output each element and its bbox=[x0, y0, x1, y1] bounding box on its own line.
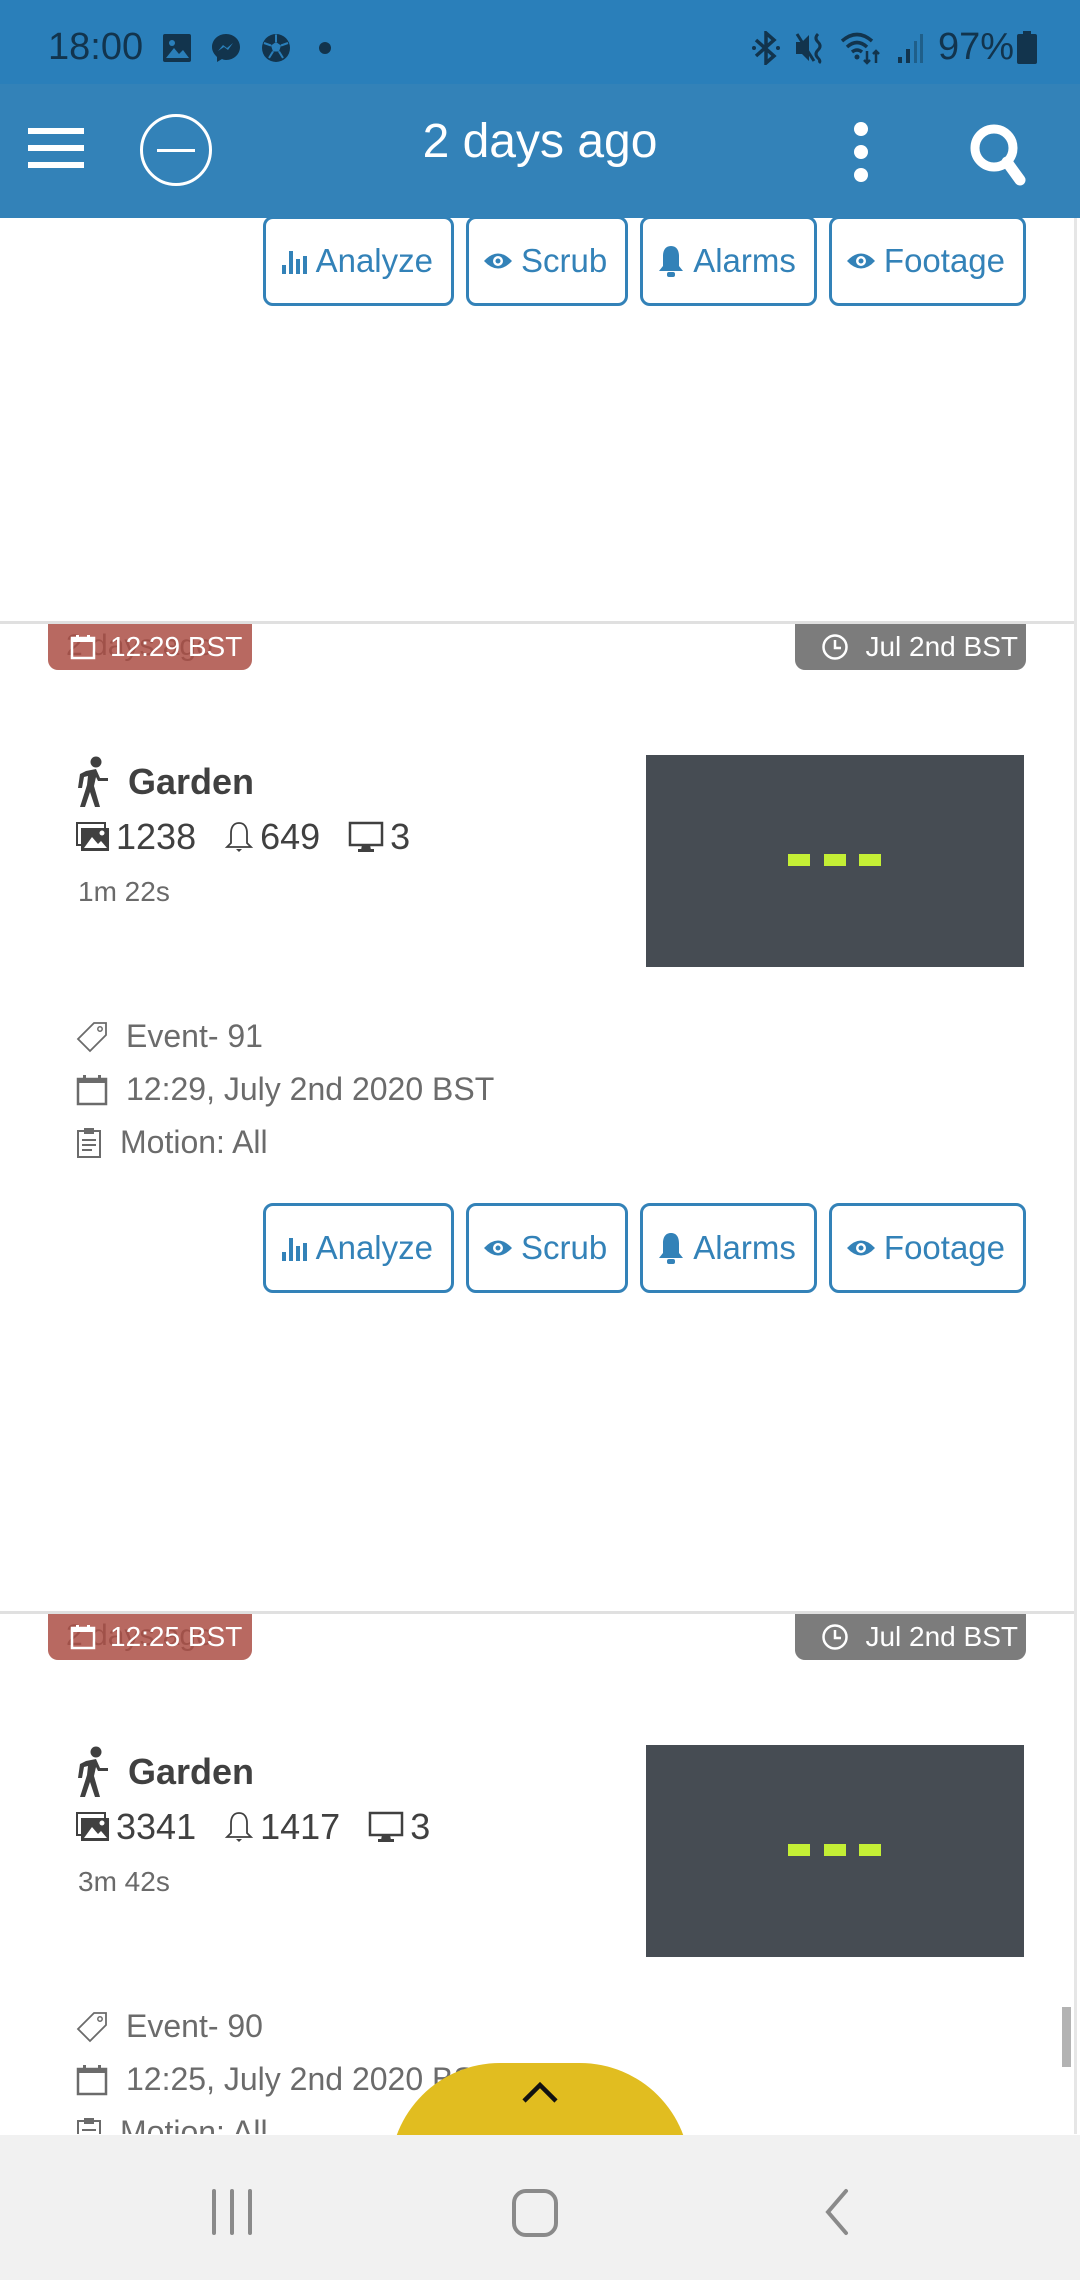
analyze-button[interactable]: Analyze bbox=[262, 1203, 454, 1293]
bar-chart-icon bbox=[281, 1238, 307, 1261]
scrub-button[interactable]: Scrub bbox=[466, 218, 629, 306]
event-id: Event- 90 bbox=[126, 2008, 263, 2044]
loading-dash bbox=[824, 854, 846, 866]
search-button[interactable] bbox=[964, 118, 1034, 188]
event-thumbnail[interactable] bbox=[646, 1745, 1024, 1957]
bell-icon bbox=[659, 1233, 684, 1264]
bell-outline-icon bbox=[224, 1812, 254, 1842]
analyze-button[interactable]: Analyze bbox=[262, 218, 454, 306]
walking-person-icon bbox=[78, 756, 108, 807]
monitor-name: Garden bbox=[128, 1751, 255, 1792]
gallery-icon bbox=[162, 33, 192, 63]
event-id: Event- 91 bbox=[126, 1018, 263, 1054]
event-time-badge: 2 days ago 12:25 BST bbox=[48, 1614, 253, 1660]
frames-count: 3341 bbox=[116, 1806, 197, 1847]
calendar-icon bbox=[70, 1625, 96, 1650]
alarm-frames-count: 1417 bbox=[260, 1806, 341, 1847]
soccer-ball-icon bbox=[260, 32, 292, 64]
event-actions: Analyze Scrub Alarms Footage bbox=[262, 1203, 1026, 1293]
monitor-icon bbox=[368, 1811, 404, 1842]
monitor-icon bbox=[348, 821, 384, 852]
monitors-count: 3 bbox=[410, 1806, 431, 1847]
event-time-badge: 2 days ago 12:29 BST bbox=[48, 624, 253, 670]
bell-icon bbox=[659, 246, 684, 277]
footage-button[interactable]: Footage bbox=[828, 1203, 1026, 1293]
more-options-button[interactable] bbox=[846, 122, 876, 182]
event-duration: 1m 22s bbox=[78, 876, 170, 907]
eye-icon bbox=[846, 1240, 875, 1256]
bar-chart-icon bbox=[281, 251, 307, 274]
frames-count: 1238 bbox=[116, 816, 197, 857]
eye-icon bbox=[484, 1240, 512, 1256]
event-start-time: 12:29, July 2nd 2020 BST bbox=[126, 1071, 495, 1107]
bell-outline-icon bbox=[224, 822, 254, 852]
clock-icon bbox=[822, 634, 849, 660]
bluetooth-icon bbox=[751, 30, 780, 65]
event-thumbnail[interactable] bbox=[646, 755, 1024, 967]
event-cause: Motion: All bbox=[120, 1124, 268, 1160]
recent-apps-icon bbox=[212, 2189, 252, 2235]
footage-button[interactable]: Footage bbox=[828, 218, 1026, 306]
status-time: 18:00 bbox=[48, 26, 144, 68]
event-date-badge: Jul 2nd BST bbox=[795, 624, 1026, 670]
walking-person-icon bbox=[78, 1746, 108, 1797]
scrub-button[interactable]: Scrub bbox=[466, 1203, 629, 1293]
calendar-icon bbox=[70, 635, 96, 660]
notification-dot-icon bbox=[310, 33, 340, 63]
event-actions-previous: Analyze Scrub Alarms Footage bbox=[262, 218, 1026, 306]
alarms-button[interactable]: Alarms bbox=[640, 1203, 817, 1293]
search-icon bbox=[970, 124, 1026, 186]
home-icon bbox=[512, 2189, 558, 2237]
eye-icon bbox=[484, 253, 512, 269]
alarms-button[interactable]: Alarms bbox=[640, 218, 817, 306]
loading-dash bbox=[859, 854, 881, 866]
event-date-badge: Jul 2nd BST bbox=[795, 1614, 1026, 1660]
status-bar: 18:00 97% bbox=[0, 0, 1080, 84]
loading-dash bbox=[788, 1844, 810, 1856]
scrollbar-track[interactable] bbox=[1074, 218, 1077, 2134]
battery-percentage: 97% bbox=[937, 26, 1014, 68]
loading-dash bbox=[788, 854, 810, 866]
calendar-icon bbox=[76, 2064, 108, 2095]
events-list[interactable]: Analyze Scrub Alarms Footage 2 days ago … bbox=[0, 218, 1080, 2134]
system-nav-bar bbox=[0, 2135, 1080, 2280]
recent-apps-button[interactable] bbox=[208, 2187, 256, 2237]
battery-icon bbox=[1016, 30, 1038, 65]
alarm-frames-count: 649 bbox=[260, 816, 321, 857]
wifi-icon bbox=[840, 31, 882, 65]
event-duration: 3m 42s bbox=[78, 1866, 170, 1897]
scrollbar-thumb[interactable] bbox=[1062, 2007, 1071, 2067]
clock-icon bbox=[822, 1624, 849, 1650]
app-bar: 2 days ago bbox=[0, 84, 1080, 218]
images-icon bbox=[76, 822, 109, 851]
images-icon bbox=[76, 1812, 109, 1841]
signal-icon bbox=[896, 31, 924, 65]
chevron-up-icon bbox=[522, 2081, 558, 2103]
tag-icon bbox=[76, 1021, 107, 1052]
loading-dash bbox=[824, 1844, 846, 1856]
back-button[interactable] bbox=[816, 2187, 856, 2237]
tag-icon bbox=[76, 2011, 107, 2042]
clipboard-icon bbox=[77, 2117, 101, 2134]
page-title: 2 days ago bbox=[422, 115, 658, 168]
clipboard-icon bbox=[77, 1127, 101, 1158]
eye-icon bbox=[846, 253, 875, 269]
calendar-icon bbox=[76, 1074, 108, 1105]
event-cause: Motion: All bbox=[120, 2114, 268, 2134]
mute-vibrate-icon bbox=[794, 31, 826, 65]
monitor-name: Garden bbox=[128, 761, 255, 802]
back-icon bbox=[825, 2189, 848, 2235]
messenger-icon bbox=[210, 32, 242, 64]
monitors-count: 3 bbox=[390, 816, 411, 857]
loading-dash bbox=[859, 1844, 881, 1856]
home-button[interactable] bbox=[510, 2187, 562, 2237]
